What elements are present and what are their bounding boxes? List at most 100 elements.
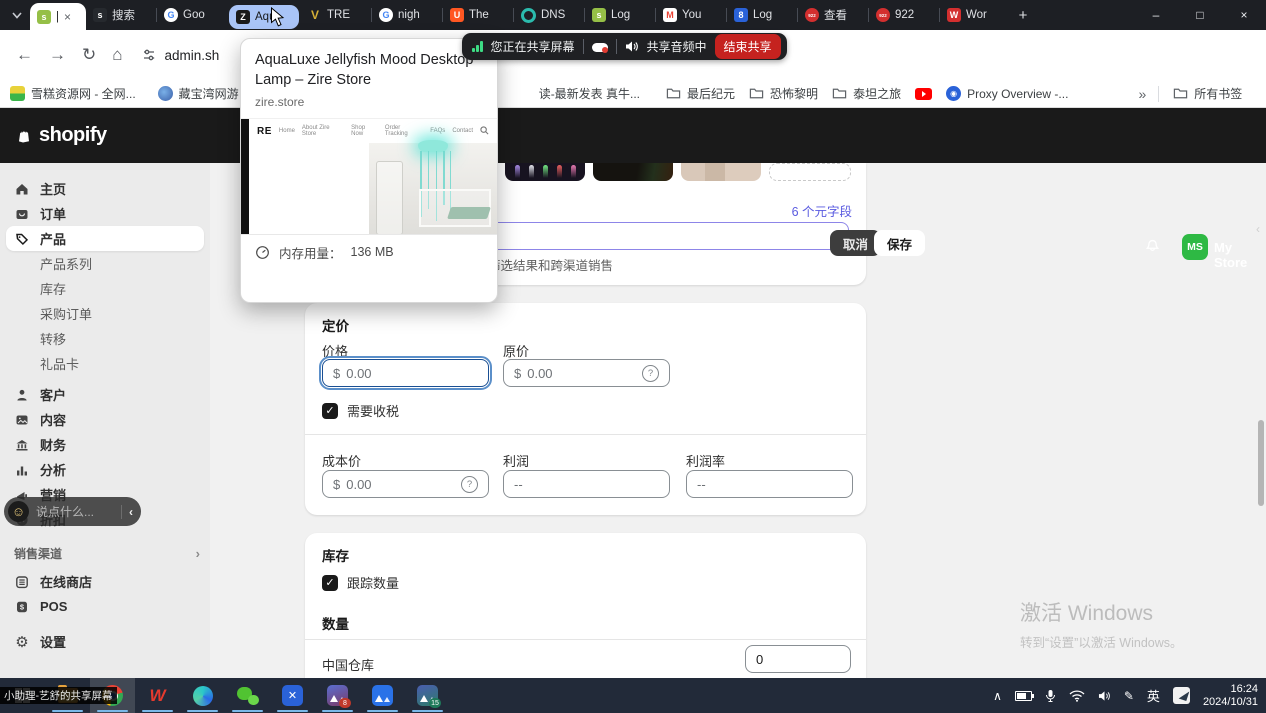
- help-icon[interactable]: ?: [642, 365, 659, 382]
- checkbox-checked-icon[interactable]: ✓: [322, 403, 338, 419]
- close-window-button[interactable]: ×: [1222, 0, 1266, 30]
- page-scrollbar[interactable]: [1258, 420, 1264, 506]
- home-button[interactable]: ⌂: [112, 45, 122, 65]
- microphone-icon[interactable]: [1045, 689, 1056, 703]
- minimize-button[interactable]: –: [1134, 0, 1178, 30]
- taskbar-clock[interactable]: 16:24 2024/10/31: [1203, 683, 1258, 709]
- site-search-icon: [480, 126, 489, 137]
- ime-indicator[interactable]: 英: [1147, 686, 1160, 705]
- address-url[interactable]: admin.sh: [165, 48, 220, 63]
- sidebar-item-analytics[interactable]: 分析: [6, 457, 204, 482]
- sidebar-item-home[interactable]: 主页: [6, 176, 204, 201]
- notes-tray-icon[interactable]: [1173, 687, 1190, 704]
- price-input[interactable]: $ 0.00: [322, 359, 489, 387]
- tab-search-page[interactable]: s搜索: [86, 0, 156, 30]
- product-image-thumbnail[interactable]: [593, 163, 673, 181]
- bookmark-folder[interactable]: 泰坦之旅: [832, 85, 901, 102]
- sidebar-item-purchase-orders[interactable]: 采购订单: [6, 301, 204, 326]
- tab-login-2[interactable]: 8Log: [727, 0, 797, 30]
- sidebar-item-settings[interactable]: ⚙ 设置: [6, 629, 204, 654]
- sidebar-item-collections[interactable]: 产品系列: [6, 251, 204, 276]
- pen-icon[interactable]: ✎: [1124, 689, 1134, 703]
- tab-night[interactable]: Gnigh: [372, 0, 442, 30]
- bookmark-item[interactable]: 雪糕资源网 - 全网...: [10, 85, 136, 102]
- tab-tren[interactable]: VTRE: [301, 0, 371, 30]
- compare-price-input[interactable]: $ 0.00 ?: [503, 359, 670, 387]
- bookmark-item[interactable]: 藏宝湾网游: [158, 85, 239, 102]
- save-button[interactable]: 保存: [874, 230, 925, 256]
- meeting-app-button[interactable]: 8: [315, 678, 360, 713]
- chat-collapse-button[interactable]: ‹: [129, 505, 133, 519]
- store-name[interactable]: My Store: [1214, 240, 1266, 270]
- track-quantity-row[interactable]: ✓ 跟踪数量: [322, 573, 399, 592]
- back-button[interactable]: ←: [16, 45, 33, 65]
- stop-sharing-button[interactable]: 结束共享: [715, 34, 781, 59]
- wifi-icon[interactable]: [1069, 690, 1085, 702]
- speaker-icon[interactable]: [1098, 690, 1111, 702]
- recorder-app-button[interactable]: 15: [405, 678, 450, 713]
- signal-bars-icon: [472, 41, 483, 52]
- tab-the[interactable]: UThe: [443, 0, 513, 30]
- bookmark-folder[interactable]: 最后纪元: [666, 85, 735, 102]
- tab-google[interactable]: GGoo: [157, 0, 227, 30]
- reload-button[interactable]: ↻: [82, 45, 96, 65]
- margin-input[interactable]: --: [686, 470, 853, 498]
- cost-label: 成本价: [322, 451, 361, 470]
- tab-login[interactable]: sLog: [585, 0, 655, 30]
- wps-taskbar-button[interactable]: W: [135, 678, 180, 713]
- sales-channels-header[interactable]: 销售渠道 ›: [14, 542, 200, 564]
- bookmark-folder[interactable]: 恐怖黎明: [749, 85, 818, 102]
- tab-close-icon[interactable]: ×: [64, 10, 71, 24]
- sidebar-item-inventory[interactable]: 库存: [6, 276, 204, 301]
- sidebar-item-orders[interactable]: 订单: [6, 201, 204, 226]
- divider: [1158, 86, 1159, 102]
- header-collapse-icon[interactable]: ‹: [1256, 222, 1260, 236]
- notifications-bell-icon[interactable]: [1144, 236, 1161, 258]
- profit-input[interactable]: --: [503, 470, 670, 498]
- x-app-button[interactable]: ✕: [270, 678, 315, 713]
- battery-icon[interactable]: [1015, 691, 1032, 701]
- charge-tax-row[interactable]: ✓ 需要收税: [322, 401, 399, 420]
- store-avatar[interactable]: MS: [1182, 234, 1208, 260]
- chat-input-placeholder[interactable]: 说点什么...: [36, 503, 114, 520]
- tab-gmail[interactable]: MYou: [656, 0, 726, 30]
- site-info-chip[interactable]: admin.sh: [141, 47, 220, 63]
- sidebar-item-content[interactable]: 内容: [6, 407, 204, 432]
- bookmarks-overflow-icon[interactable]: »: [1138, 86, 1146, 102]
- cost-input[interactable]: $ 0.00 ?: [322, 470, 489, 498]
- tab-word[interactable]: WWor: [940, 0, 1010, 30]
- sidebar-item-gift-cards[interactable]: 礼品卡: [6, 351, 204, 376]
- shopify-logo[interactable]: shopify: [16, 124, 107, 147]
- wechat-button[interactable]: [225, 678, 270, 713]
- all-bookmarks[interactable]: 所有书签: [1173, 85, 1242, 102]
- new-tab-button[interactable]: +: [1010, 2, 1036, 28]
- bookmark-item[interactable]: 读-最新发表 真牛...: [539, 85, 640, 102]
- sidebar-item-pos[interactable]: $ POS: [6, 594, 204, 619]
- sidebar-item-transfers[interactable]: 转移: [6, 326, 204, 351]
- bookmark-youtube[interactable]: [915, 88, 932, 100]
- tab-dns[interactable]: DNS: [514, 0, 584, 30]
- help-icon[interactable]: ?: [461, 476, 478, 493]
- product-image-thumbnail[interactable]: [505, 163, 585, 181]
- docs-app-button[interactable]: [180, 678, 225, 713]
- product-image-thumbnail[interactable]: [681, 163, 761, 181]
- maximize-button[interactable]: □: [1178, 0, 1222, 30]
- mountain-app-button[interactable]: [360, 678, 405, 713]
- add-image-dropzone[interactable]: [769, 163, 851, 181]
- warehouse-quantity-input[interactable]: 0: [745, 645, 851, 673]
- metafields-link[interactable]: 6 个元字段: [792, 201, 852, 220]
- keyboard: [447, 207, 491, 219]
- tab-922[interactable]: 922922: [869, 0, 939, 30]
- hidden-icons-chevron[interactable]: ∧: [993, 689, 1002, 703]
- tab-zire-hovered[interactable]: ZAqu: [229, 5, 299, 29]
- sidebar-item-products[interactable]: 产品: [6, 226, 204, 251]
- sidebar-item-finance[interactable]: 财务: [6, 432, 204, 457]
- sidebar-item-customers[interactable]: 客户: [6, 382, 204, 407]
- bookmark-item[interactable]: ◉ Proxy Overview -...: [946, 86, 1068, 101]
- tab-922-view[interactable]: 922查看: [798, 0, 868, 30]
- tab-active[interactable]: s | ×: [30, 3, 86, 30]
- tab-search-button[interactable]: [4, 2, 30, 28]
- checkbox-checked-icon[interactable]: ✓: [322, 575, 338, 591]
- sidebar-item-online-store[interactable]: 在线商店: [6, 569, 204, 594]
- forward-button[interactable]: →: [49, 45, 66, 65]
